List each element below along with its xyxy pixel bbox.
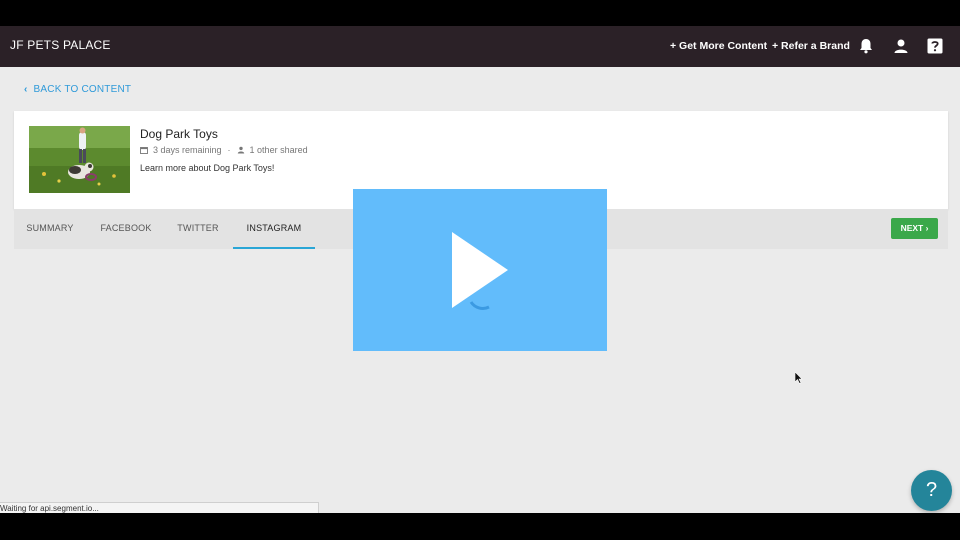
person-icon	[237, 146, 244, 154]
help-icon[interactable]	[926, 37, 944, 55]
content-title: Dog Park Toys	[140, 127, 218, 141]
back-to-content-label: BACK TO CONTENT	[33, 84, 132, 95]
chevron-left-icon: ‹	[24, 84, 28, 95]
content-thumbnail	[29, 126, 130, 193]
calendar-icon	[140, 147, 148, 154]
app-screen: JF PETS PALACE + Get More Content + Refe…	[0, 26, 960, 513]
next-button[interactable]: NEXT ›	[891, 218, 938, 239]
mouse-cursor-icon	[795, 372, 803, 384]
content-description: Learn more about Dog Park Toys!	[140, 163, 275, 173]
user-icon[interactable]	[892, 37, 910, 55]
shared-count: 1 other shared	[249, 145, 308, 155]
tab-twitter[interactable]: TWITTER	[164, 209, 232, 247]
content-meta: 3 days remaining · 1 other shared	[140, 145, 308, 155]
tab-instagram[interactable]: INSTAGRAM	[233, 209, 315, 249]
bell-icon[interactable]	[857, 37, 875, 55]
video-overlay[interactable]	[353, 189, 607, 351]
play-icon[interactable]	[353, 189, 607, 351]
tab-facebook[interactable]: FACEBOOK	[90, 209, 162, 247]
back-to-content-link[interactable]: ‹ BACK TO CONTENT	[24, 84, 131, 95]
meta-separator: ·	[227, 145, 231, 155]
top-navbar: JF PETS PALACE + Get More Content + Refe…	[0, 26, 960, 67]
help-chat-button[interactable]: ?	[911, 470, 952, 511]
days-remaining: 3 days remaining	[153, 145, 222, 155]
brand-name[interactable]: JF PETS PALACE	[10, 38, 111, 52]
browser-status-bar: Waiting for api.segment.io...	[0, 502, 319, 513]
get-more-content-link[interactable]: + Get More Content	[670, 40, 767, 52]
refer-a-brand-link[interactable]: + Refer a Brand	[772, 40, 850, 52]
tab-summary[interactable]: SUMMARY	[14, 209, 86, 247]
